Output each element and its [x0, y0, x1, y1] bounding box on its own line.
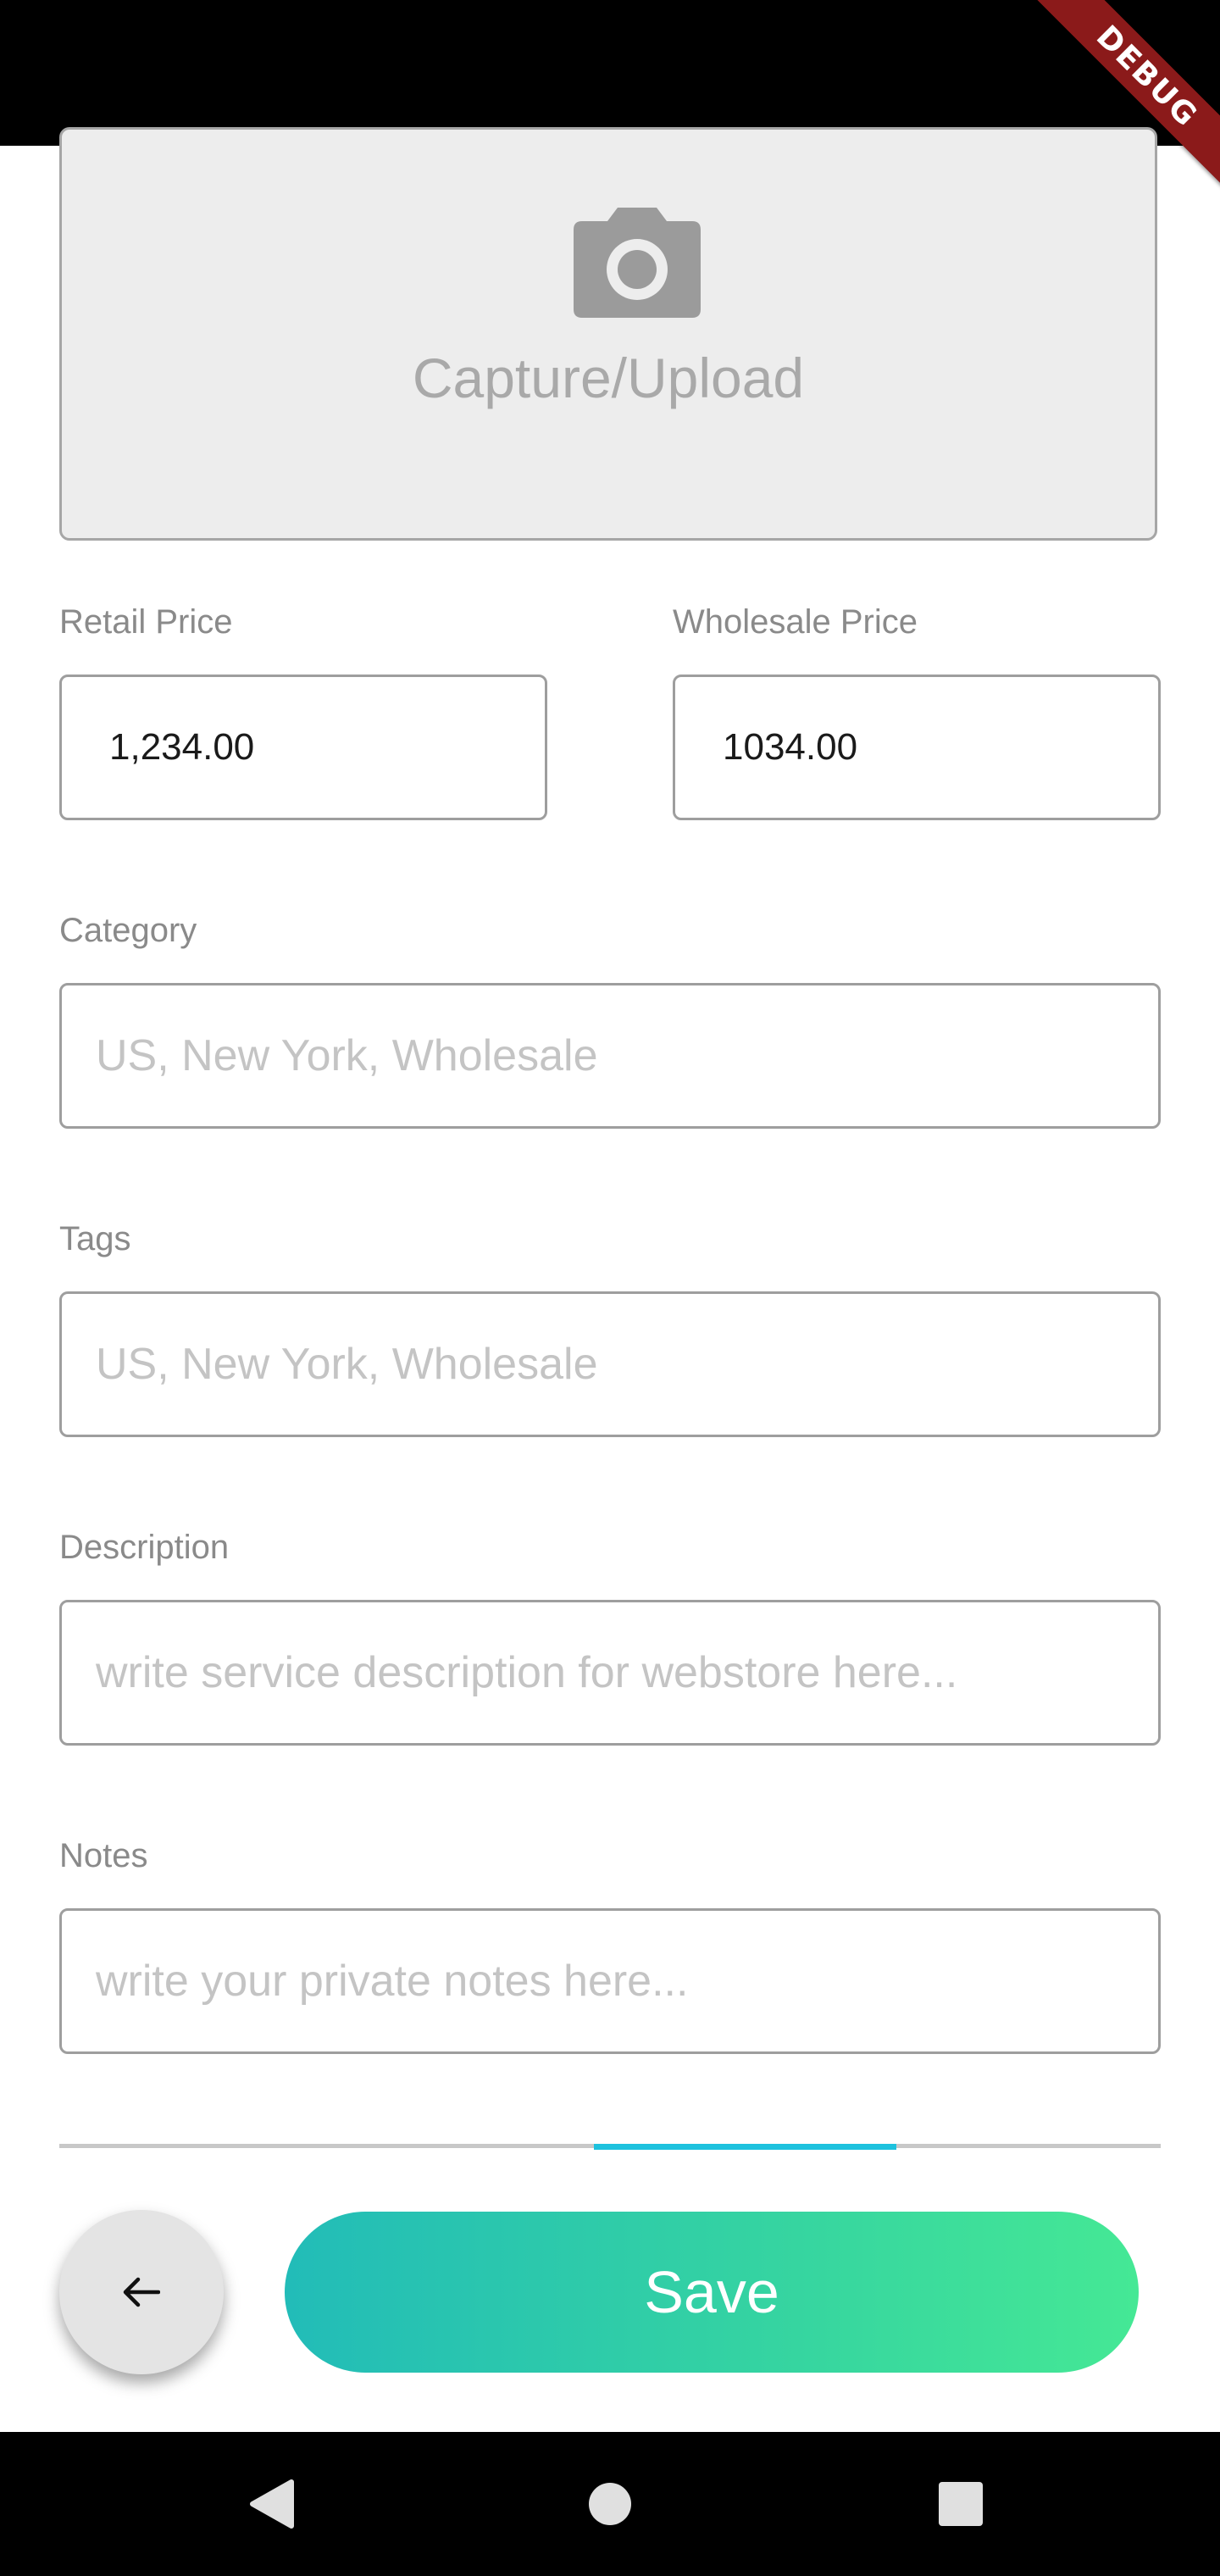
notes-field[interactable] [59, 1908, 1161, 2054]
wholesale-price-input[interactable] [675, 676, 1158, 819]
arrow-back-icon [123, 2277, 160, 2307]
tags-label: Tags [59, 1220, 131, 1257]
description-field[interactable] [59, 1600, 1161, 1746]
wholesale-price-field[interactable] [673, 675, 1161, 820]
back-button[interactable] [59, 2210, 224, 2374]
circle-home-icon [589, 2483, 631, 2525]
nav-back-button[interactable] [220, 2432, 322, 2576]
retail-price-field[interactable] [59, 675, 547, 820]
description-input[interactable] [62, 1602, 1158, 1744]
camera-icon [574, 208, 701, 318]
system-navigation-bar [0, 2432, 1220, 2576]
description-label: Description [59, 1529, 230, 1566]
photo-upload-label: Capture/Upload [412, 347, 805, 409]
notes-input[interactable] [62, 1910, 1158, 2052]
tags-input[interactable] [62, 1293, 1158, 1435]
square-recents-icon [939, 2482, 983, 2526]
nav-home-button[interactable] [559, 2432, 661, 2576]
retail-price-input[interactable] [62, 676, 545, 819]
category-field[interactable] [59, 983, 1161, 1129]
tags-field[interactable] [59, 1291, 1161, 1437]
step-progress-fill [593, 2144, 896, 2150]
photo-upload-area[interactable]: Capture/Upload [59, 127, 1157, 541]
category-input[interactable] [62, 985, 1158, 1127]
nav-recents-button[interactable] [910, 2432, 1012, 2576]
triangle-back-icon [250, 2479, 294, 2529]
step-progress-track [59, 2144, 1161, 2150]
debug-banner: DEBUG [1025, 0, 1220, 195]
wholesale-price-label: Wholesale Price [673, 603, 918, 641]
save-button[interactable]: Save [285, 2212, 1139, 2373]
category-label: Category [59, 912, 197, 949]
debug-banner-label: DEBUG [1028, 0, 1220, 195]
retail-price-label: Retail Price [59, 603, 233, 641]
notes-label: Notes [59, 1837, 148, 1874]
